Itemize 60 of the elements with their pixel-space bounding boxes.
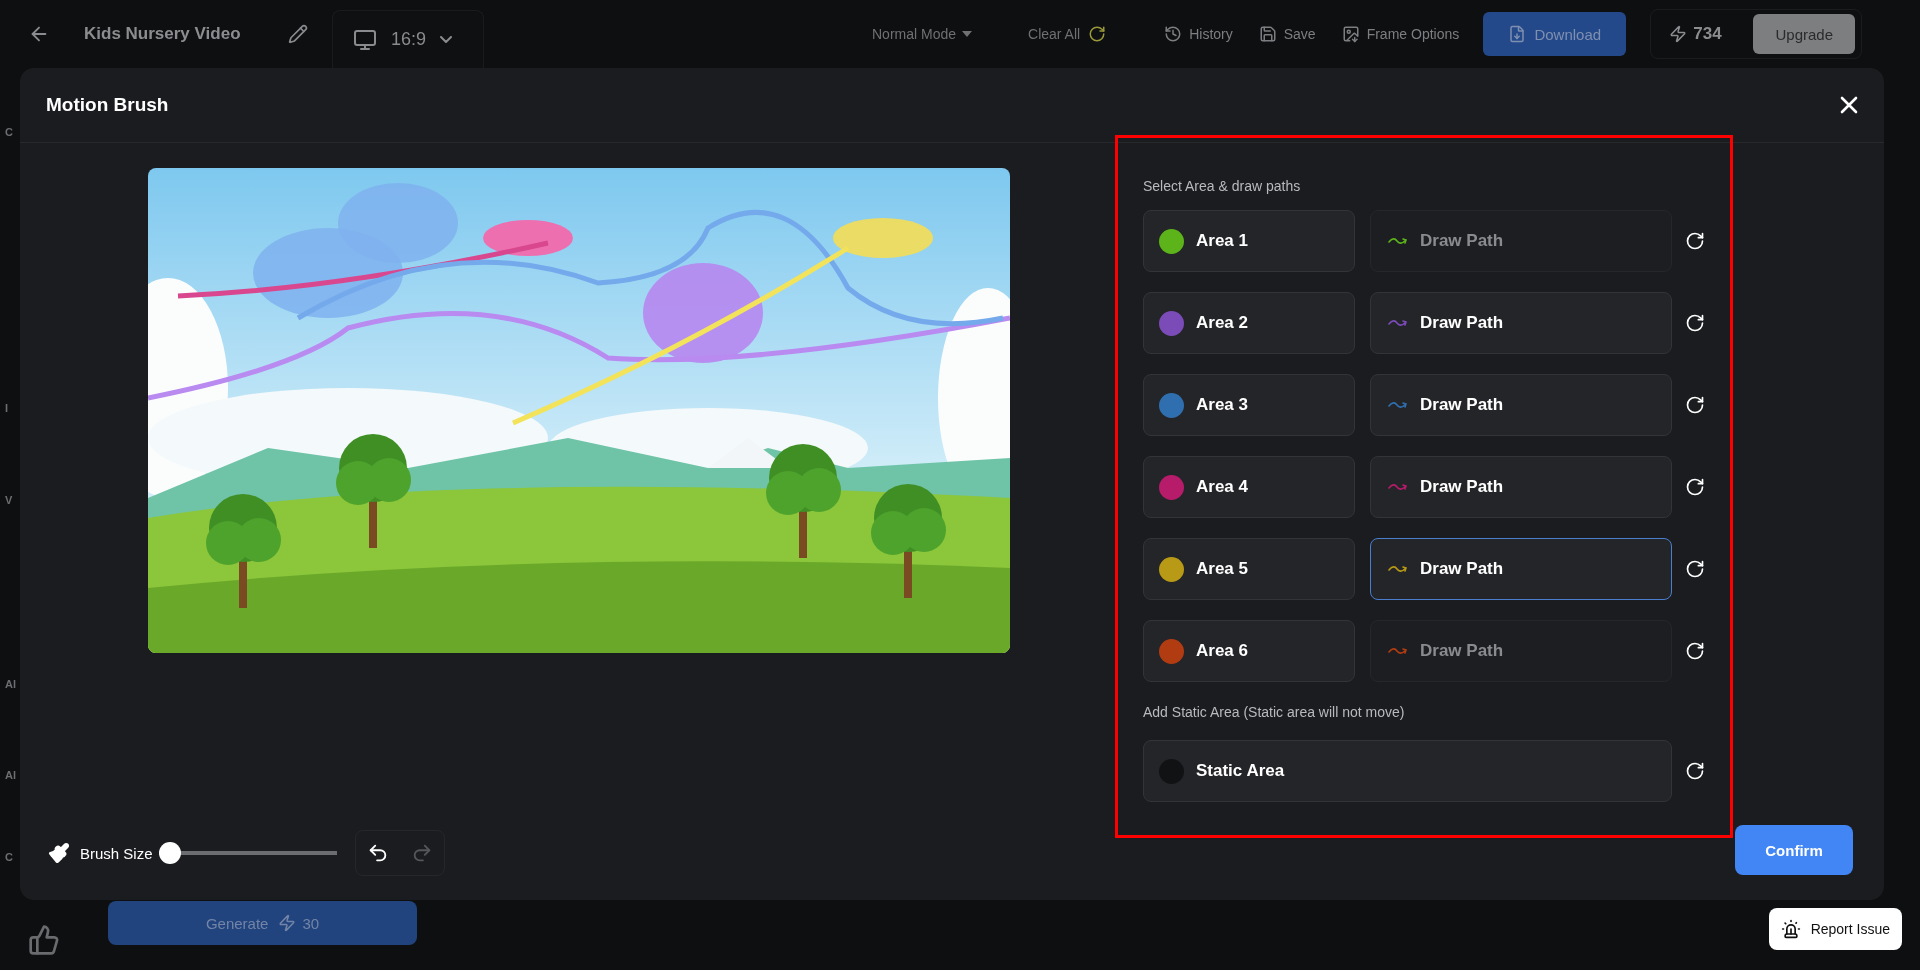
static-area-button[interactable]: Static Area [1143,740,1672,802]
dialog-title: Motion Brush [46,94,169,116]
paintbrush-icon [48,842,70,864]
draw-path-button[interactable]: Draw Path [1370,292,1672,354]
credit-count: 734 [1693,24,1722,44]
sidebar-label: V [5,494,13,507]
wavy-arrow-icon [1388,564,1408,574]
sidebar-label: I [5,402,9,415]
brush-size-label: Brush Size [80,844,153,862]
area-button[interactable]: Area 6 [1143,620,1355,682]
slider-thumb[interactable] [158,842,181,864]
draw-path-button[interactable]: Draw Path [1370,374,1672,436]
static-area-heading: Add Static Area (Static area will not move) [1143,704,1406,720]
close-button[interactable] [1840,96,1858,114]
area-button[interactable]: Area 1 [1143,210,1355,272]
reset-button[interactable] [1685,761,1705,781]
toolbar-button[interactable]: History [1164,25,1233,43]
sidebar-label: Al [5,769,16,782]
aspect-ratio-dropdown[interactable]: 16:9 [332,10,484,68]
wavy-arrow-icon [1388,318,1408,328]
wavy-arrow-icon [1388,482,1408,492]
panel-heading: Select Area & draw paths [1143,178,1302,195]
toolbar-button[interactable]: Save [1258,25,1316,43]
draw-path-button[interactable]: Draw Path [1370,538,1672,600]
project-title: Kids Nursery Video [84,24,242,44]
clear-all-button[interactable]: Clear All [1028,25,1107,43]
thumbs-up-button[interactable] [28,924,60,956]
wavy-arrow-icon [1388,236,1408,246]
draw-path-button[interactable]: Draw Path [1370,456,1672,518]
lightning-icon [1669,25,1688,43]
wavy-arrow-icon [1388,400,1408,410]
area-button[interactable]: Area 5 [1143,538,1355,600]
upgrade-button[interactable]: Upgrade [1753,14,1856,54]
siren-icon [1780,919,1801,939]
sidebar-label: Al [5,678,16,691]
save-icon [1258,25,1277,43]
area-button[interactable]: Area 3 [1143,374,1355,436]
reset-button[interactable] [1685,641,1705,661]
reset-button[interactable] [1685,313,1705,333]
chevron-down-icon [440,36,453,43]
file-download-icon [1508,25,1527,43]
image-icon [1341,25,1360,43]
sidebar-label: C [5,851,13,864]
area-button[interactable]: Area 4 [1143,456,1355,518]
reset-button[interactable] [1685,559,1705,579]
toolbar-button[interactable]: Frame Options [1341,25,1460,43]
sidebar-label: C [5,126,13,139]
reset-button[interactable] [1685,231,1705,251]
reset-button[interactable] [1685,395,1705,415]
confirm-button[interactable]: Confirm [1735,825,1853,875]
history-icon [1164,25,1183,43]
report-issue-button[interactable]: Report Issue [1768,908,1902,950]
reset-button[interactable] [1685,477,1705,497]
monitor-icon [353,27,377,52]
caret-icon [962,31,973,37]
wavy-arrow-icon [1388,646,1408,656]
area-button[interactable]: Area 2 [1143,292,1355,354]
refresh-icon [1088,25,1107,43]
mode-dropdown[interactable]: Normal Mode [872,26,973,42]
lightning-icon [278,914,297,932]
